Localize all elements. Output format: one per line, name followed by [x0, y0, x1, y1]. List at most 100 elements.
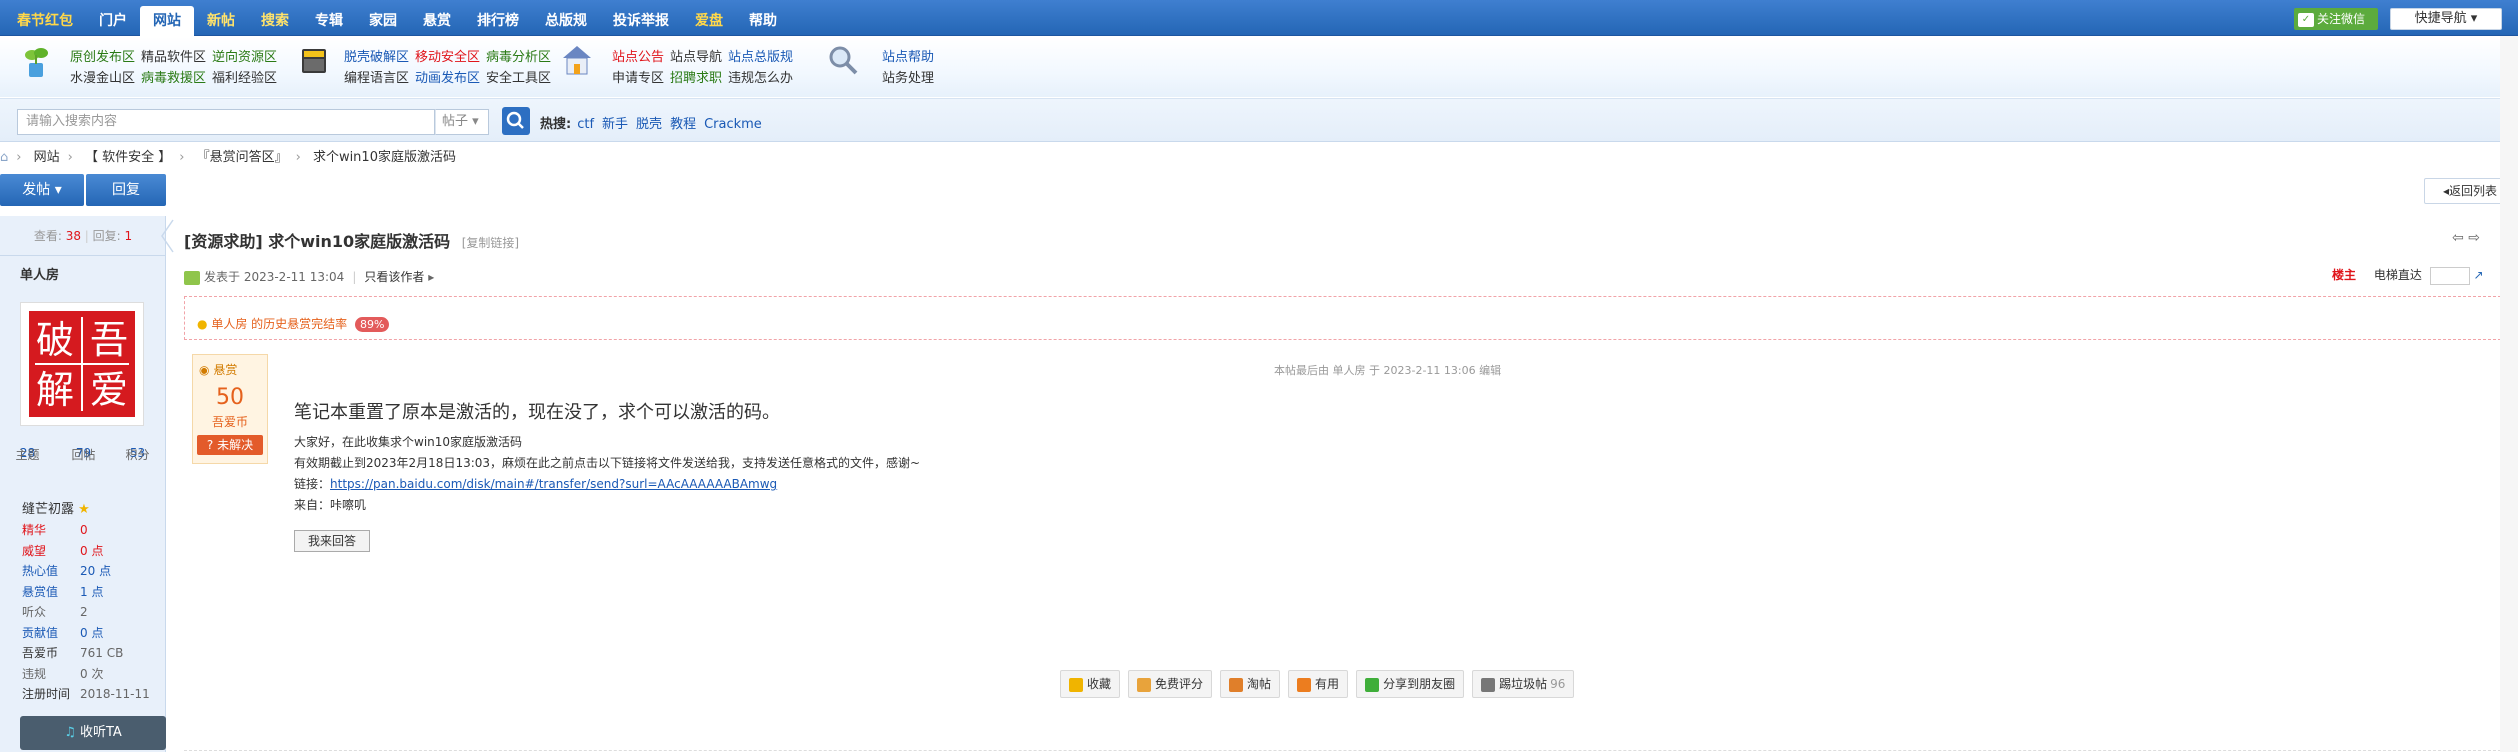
- nav-item[interactable]: 帮助: [736, 6, 790, 36]
- action-icon: [1137, 677, 1152, 692]
- author-name[interactable]: 单人房: [20, 264, 59, 283]
- site-nav-link[interactable]: 站点导航: [670, 50, 722, 65]
- go-icon[interactable]: ↗: [2474, 268, 2484, 282]
- back-to-list-label: 返回列表: [2449, 184, 2498, 198]
- nav-item[interactable]: 家园: [356, 6, 410, 36]
- action-label: 有用: [1315, 677, 1340, 691]
- forum-row-3b: 申请专区 招聘求职 违规怎么办: [612, 67, 799, 86]
- nav-item[interactable]: 排行榜: [464, 6, 532, 36]
- info-key: 吾爱币: [22, 646, 59, 660]
- nav-item[interactable]: 门户: [86, 6, 140, 36]
- breadcrumb-bounty-qa[interactable]: 『悬赏问答区』: [197, 150, 288, 165]
- action-button[interactable]: 分享到朋友圈: [1356, 670, 1465, 698]
- nav-item[interactable]: 春节红包: [4, 6, 86, 36]
- reply-button[interactable]: 回复: [86, 174, 166, 206]
- author-info-row: 听众 2: [22, 602, 150, 623]
- action-icon: [1365, 677, 1380, 692]
- post-actions: 收藏 免费评分 淘帖 有用 分享到朋友圈 踢垃圾帖 96: [1060, 670, 1582, 698]
- apply-area-link[interactable]: 申请专区: [612, 71, 664, 86]
- hot-term[interactable]: ctf: [577, 117, 594, 132]
- forum-link-reverse[interactable]: 逆向资源区: [212, 50, 277, 65]
- nav-item[interactable]: 专辑: [302, 6, 356, 36]
- link-label: 链接：: [294, 477, 331, 491]
- info-value: 0 点: [80, 543, 104, 558]
- site-help-link[interactable]: 站点帮助: [882, 50, 934, 65]
- nav-item[interactable]: 总版规: [532, 6, 600, 36]
- action-button[interactable]: 淘帖: [1220, 670, 1281, 698]
- nav-item[interactable]: 悬赏: [410, 6, 464, 36]
- forum-row-4a: 站点帮助: [882, 46, 940, 65]
- page-scrollbar[interactable]: [2500, 36, 2518, 752]
- quick-nav-label: 快捷导航: [2414, 11, 2467, 26]
- listen-label: 收听TA: [79, 725, 122, 740]
- info-key: 精华: [22, 523, 47, 537]
- bounty-status-label: 未解决: [217, 438, 254, 452]
- headphones-icon: ♫: [64, 725, 76, 740]
- hot-term[interactable]: 脱壳: [636, 117, 662, 132]
- nav-item[interactable]: 网站: [140, 6, 194, 36]
- listen-button[interactable]: ♫ 收听TA: [20, 716, 166, 750]
- new-post-button[interactable]: 发帖 ▾: [0, 174, 84, 206]
- nav-item[interactable]: 搜索: [248, 6, 302, 36]
- forum-link-welfare[interactable]: 福利经验区: [212, 71, 277, 86]
- action-icon: [1229, 677, 1244, 692]
- search-bar: 请输入搜索内容 帖子 ▾ 热搜: ctf 新手 脱壳 教程 Crackme: [0, 98, 2518, 142]
- search-input[interactable]: 请输入搜索内容: [17, 109, 435, 135]
- elevator-input[interactable]: [2429, 266, 2470, 285]
- author-info-row: 威望 0 点: [22, 541, 150, 562]
- forum-link-mobile[interactable]: 移动安全区: [415, 50, 480, 65]
- hot-term[interactable]: Crackme: [704, 117, 762, 132]
- action-button[interactable]: 有用: [1288, 670, 1349, 698]
- next-thread-icon[interactable]: ⇨: [2468, 230, 2480, 246]
- forum-link-unpack[interactable]: 脱壳破解区: [344, 50, 409, 65]
- violation-link[interactable]: 违规怎么办: [728, 71, 793, 86]
- hot-term[interactable]: 教程: [670, 117, 696, 132]
- forum-link-security-tools[interactable]: 安全工具区: [486, 71, 551, 86]
- forum-link-animation[interactable]: 动画发布区: [415, 71, 480, 86]
- hot-term[interactable]: 新手: [602, 117, 628, 132]
- action-button[interactable]: 收藏: [1060, 670, 1121, 698]
- quick-nav-dropdown[interactable]: 快捷导航 ▾: [2390, 8, 2502, 30]
- site-notice-link[interactable]: 站点公告: [612, 50, 664, 65]
- forum-link-original[interactable]: 原创发布区: [70, 50, 135, 65]
- home-icon[interactable]: ⌂: [0, 150, 8, 165]
- copy-link[interactable]: [复制链接]: [462, 236, 519, 250]
- box-icon: [298, 43, 330, 77]
- baidu-pan-link[interactable]: https://pan.baidu.com/disk/main#/transfe…: [330, 477, 777, 491]
- breadcrumb-site[interactable]: 网站: [34, 150, 60, 165]
- site-affairs-link[interactable]: 站务处理: [882, 71, 934, 86]
- post-body: 笔记本重置了原本是激活的，现在没了，求个可以激活的码。 大家好，在此收集求个wi…: [294, 398, 920, 516]
- action-button[interactable]: 免费评分: [1128, 670, 1213, 698]
- plant-icon: [20, 45, 52, 79]
- nav-item[interactable]: 投诉举报: [600, 6, 682, 36]
- prev-thread-icon[interactable]: ⇦: [2452, 230, 2464, 246]
- forum-link-water[interactable]: 水漫金山区: [70, 71, 135, 86]
- reward-rate-badge: 89%: [354, 317, 390, 332]
- replies-label: 回复:: [92, 229, 121, 243]
- breadcrumb-current: 求个win10家庭版激活码: [312, 150, 456, 165]
- forum-link-software[interactable]: 精品软件区: [141, 50, 206, 65]
- avatar[interactable]: 破 吾 解 爱: [20, 302, 144, 426]
- only-author-link[interactable]: 只看该作者: [364, 270, 424, 284]
- forum-row-3a: 站点公告 站点导航 站点总版规: [612, 46, 799, 65]
- search-button[interactable]: [502, 107, 530, 135]
- forum-link-virus-analysis[interactable]: 病毒分析区: [486, 50, 551, 65]
- breadcrumb-software-security[interactable]: 【 软件安全 】: [85, 150, 171, 165]
- nav-item[interactable]: 爱盘: [682, 6, 736, 36]
- last-edit-note: 本帖最后由 单人房 于 2023-2-11 13:06 编辑: [1274, 364, 1502, 377]
- follow-wechat-button[interactable]: ✓ 关注微信: [2294, 8, 2378, 30]
- author-info-row: 热心值 20 点: [22, 561, 150, 582]
- jobs-link[interactable]: 招聘求职: [670, 71, 722, 86]
- action-button[interactable]: 踢垃圾帖 96: [1472, 670, 1575, 698]
- site-rules-link[interactable]: 站点总版规: [728, 50, 793, 65]
- answer-button[interactable]: 我来回答: [294, 530, 370, 552]
- info-key: 违规: [22, 666, 47, 681]
- post-tag[interactable]: [资源求助]: [184, 232, 263, 251]
- nav-item[interactable]: 新帖: [194, 6, 248, 36]
- post-title-text: 求个win10家庭版激活码: [268, 232, 451, 251]
- forum-link-programming[interactable]: 编程语言区: [344, 71, 409, 86]
- search-type-select[interactable]: 帖子 ▾: [435, 109, 489, 135]
- info-value: 2018-11-11: [80, 687, 150, 701]
- author-sidebar: 查看: 38 | 回复: 1 单人房 破 吾 解 爱 28 主题 79 回帖 53 积…: [0, 216, 166, 752]
- forum-link-virus-help[interactable]: 病毒救援区: [141, 71, 206, 86]
